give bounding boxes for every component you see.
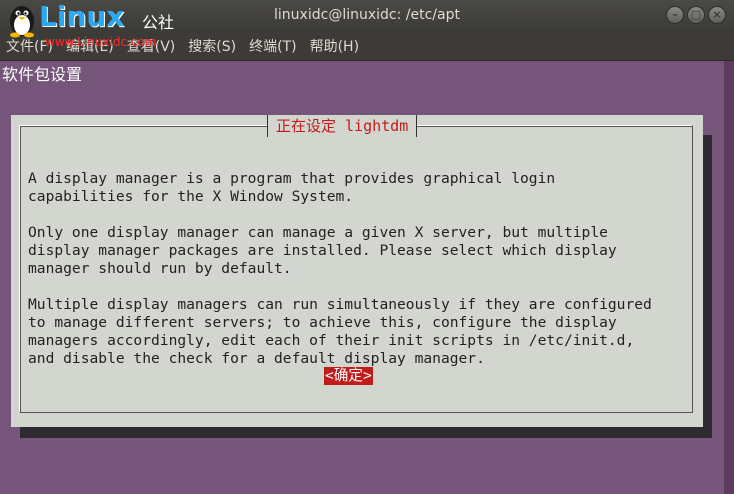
ok-button[interactable]: <确定> xyxy=(324,367,373,385)
paragraph-1: A display manager is a program that prov… xyxy=(28,170,556,205)
dialog-body: A display manager is a program that prov… xyxy=(28,152,688,368)
close-button[interactable]: × xyxy=(708,6,726,24)
minimize-button[interactable]: – xyxy=(666,6,684,24)
menu-search[interactable]: 搜索(S) xyxy=(188,36,236,56)
package-config-header: 软件包设置 xyxy=(2,65,83,84)
watermark-logo: Linux 公社 www.Linuxidc.com xyxy=(5,0,185,54)
paragraph-2: Only one display manager can manage a gi… xyxy=(28,224,617,277)
tux-penguin-icon xyxy=(10,6,34,38)
menu-help[interactable]: 帮助(H) xyxy=(310,36,359,56)
watermark-brand: Linux xyxy=(39,0,125,33)
watermark-brand-sub: 公社 xyxy=(142,13,175,32)
dialog-title: 正在设定 lightdm xyxy=(267,115,418,137)
menu-terminal[interactable]: 终端(T) xyxy=(249,36,296,56)
terminal-area[interactable]: 软件包设置 正在设定 lightdm A display manager is … xyxy=(0,61,734,494)
window-controls: – □ × xyxy=(666,6,726,24)
terminal-scrollbar-track[interactable] xyxy=(724,61,734,494)
maximize-button[interactable]: □ xyxy=(687,6,705,24)
debconf-dialog: 正在设定 lightdm A display manager is a prog… xyxy=(11,115,703,427)
terminal-window: linuxidc@linuxidc: /etc/apt – □ × 文件(F) … xyxy=(0,0,734,494)
paragraph-3: Multiple display managers can run simult… xyxy=(28,296,652,367)
watermark-url: www.Linuxidc.com xyxy=(45,35,157,49)
